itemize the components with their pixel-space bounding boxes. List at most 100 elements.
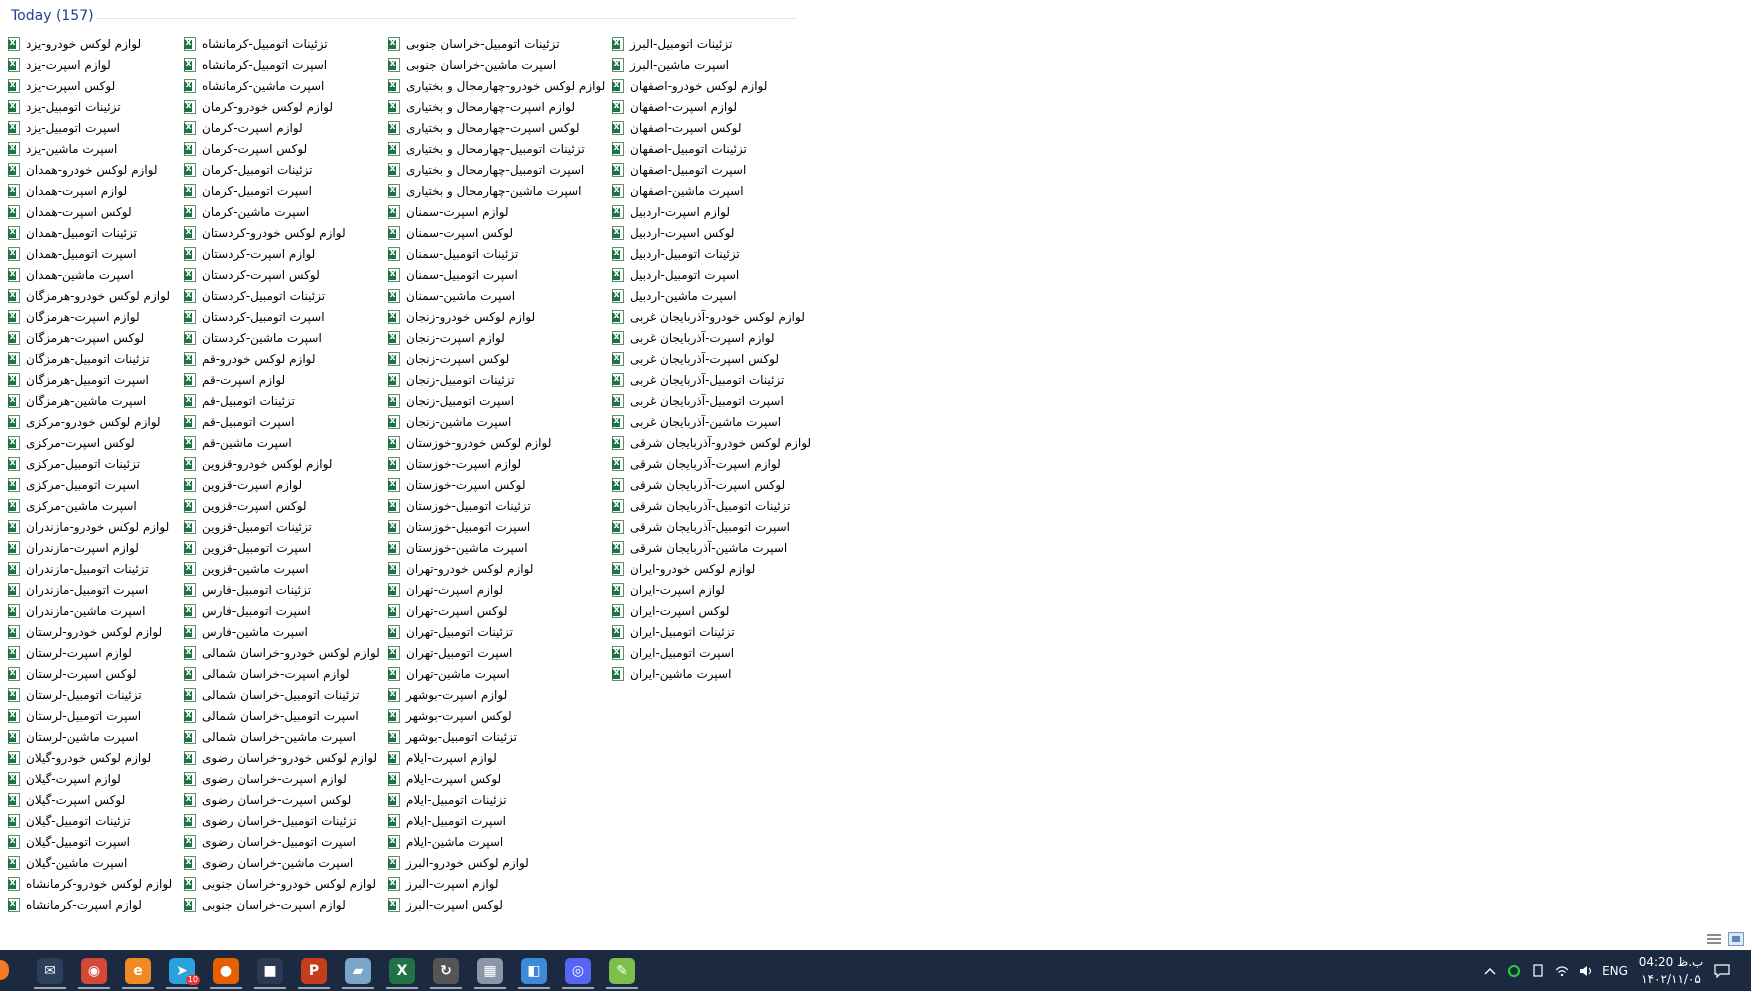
file-item[interactable]: لوازم اسپرت-البرز (388, 873, 598, 894)
file-item[interactable]: اسپرت اتومبیل-اردبیل (612, 264, 822, 285)
file-item[interactable]: تزئینات اتومبیل-آذربایجان غربی (612, 369, 822, 390)
volume-icon[interactable] (1574, 950, 1598, 991)
file-item[interactable]: اسپرت اتومبیل-کرمانشاه (184, 54, 394, 75)
show-hidden-icons-chevron-icon[interactable] (1478, 950, 1502, 991)
file-item[interactable]: لوازم لوکس خودرو-زنجان (388, 306, 598, 327)
file-item[interactable]: لوکس اسپرت-خراسان رضوی (184, 789, 394, 810)
file-item[interactable]: اسپرت ماشین-خوزستان (388, 537, 598, 558)
taskbar-sync-button[interactable]: ↻ (424, 953, 468, 989)
file-item[interactable]: اسپرت اتومبیل-زنجان (388, 390, 598, 411)
file-item[interactable]: تزئینات اتومبیل-کردستان (184, 285, 394, 306)
taskbar-firefox-button[interactable]: ● (204, 953, 248, 989)
file-item[interactable]: لوازم اسپرت-زنجان (388, 327, 598, 348)
file-item[interactable]: تزئینات اتومبیل-زنجان (388, 369, 598, 390)
file-item[interactable]: تزئینات اتومبیل-ایلام (388, 789, 598, 810)
file-item[interactable]: اسپرت ماشین-خراسان شمالی (184, 726, 394, 747)
file-item[interactable]: اسپرت ماشین-اصفهان (612, 180, 822, 201)
group-header-today[interactable]: Today (157) (11, 8, 797, 30)
wifi-icon[interactable] (1550, 950, 1574, 991)
file-item[interactable]: لوازم لوکس خودرو-ایران (612, 558, 822, 579)
file-item[interactable]: لوازم اسپرت-سمنان (388, 201, 598, 222)
file-item[interactable]: لوازم اسپرت-خراسان شمالی (184, 663, 394, 684)
file-item[interactable]: اسپرت ماشین-سمنان (388, 285, 598, 306)
file-item[interactable]: لوکس اسپرت-ایلام (388, 768, 598, 789)
file-item[interactable]: اسپرت اتومبیل-خراسان شمالی (184, 705, 394, 726)
file-item[interactable]: لوکس اسپرت-اصفهان (612, 117, 822, 138)
file-item[interactable]: اسپرت ماشین-کردستان (184, 327, 394, 348)
file-item[interactable]: تزئینات اتومبیل-کرمانشاه (184, 33, 394, 54)
file-item[interactable]: لوکس اسپرت-کردستان (184, 264, 394, 285)
file-item[interactable]: لوازم اسپرت-کرمان (184, 117, 394, 138)
file-item[interactable]: لوازم اسپرت-بوشهر (388, 684, 598, 705)
file-item[interactable]: لوکس اسپرت-چهارمحال و بختیاری (388, 117, 598, 138)
taskbar-edit-button[interactable]: e (116, 953, 160, 989)
file-item[interactable]: اسپرت ماشین-خراسان جنوبی (388, 54, 598, 75)
file-item[interactable]: تزئینات اتومبیل-سمنان (388, 243, 598, 264)
start-edge-icon[interactable] (0, 960, 9, 980)
file-item[interactable]: لوازم اسپرت-خوزستان (388, 453, 598, 474)
file-item[interactable]: تزئینات اتومبیل-البرز (612, 33, 822, 54)
taskbar-notepad-button[interactable]: ✎ (600, 953, 644, 989)
file-item[interactable]: تزئینات اتومبیل-کرمان (184, 159, 394, 180)
file-item[interactable]: اسپرت اتومبیل-ایران (612, 642, 822, 663)
file-item[interactable]: لوازم لوکس خودرو-خراسان شمالی (184, 642, 394, 663)
file-item[interactable]: اسپرت اتومبیل-قم (184, 411, 394, 432)
taskbar-powerpoint-button[interactable]: P (292, 953, 336, 989)
file-item[interactable]: اسپرت ماشین-آذربایجان شرقی (612, 537, 822, 558)
file-item[interactable]: لوازم اسپرت-خراسان رضوی (184, 768, 394, 789)
file-item[interactable]: تزئینات اتومبیل-اردبیل (612, 243, 822, 264)
file-item[interactable]: تزئینات اتومبیل-بوشهر (388, 726, 598, 747)
taskbar-camera-button[interactable]: ■ (248, 953, 292, 989)
file-item[interactable]: لوکس اسپرت-تهران (388, 600, 598, 621)
file-item[interactable]: لوکس اسپرت-خوزستان (388, 474, 598, 495)
file-item[interactable]: لوازم اسپرت-قزوین (184, 474, 394, 495)
file-item[interactable]: لوکس اسپرت-قزوین (184, 495, 394, 516)
group-title[interactable]: Today (157) (11, 8, 94, 24)
file-item[interactable]: لوکس اسپرت-بوشهر (388, 705, 598, 726)
file-item[interactable]: اسپرت اتومبیل-ایلام (388, 810, 598, 831)
file-item[interactable]: لوکس اسپرت-زنجان (388, 348, 598, 369)
taskbar-excel-button[interactable]: X (380, 953, 424, 989)
taskbar-mail-button[interactable]: ✉ (28, 953, 72, 989)
file-item[interactable]: لوازم اسپرت-ایلام (388, 747, 598, 768)
file-item[interactable]: اسپرت اتومبیل-کردستان (184, 306, 394, 327)
file-item[interactable]: لوازم اسپرت-چهارمحال و بختیاری (388, 96, 598, 117)
file-item[interactable]: لوکس اسپرت-ایران (612, 600, 822, 621)
file-item[interactable]: لوازم لوکس خودرو-البرز (388, 852, 598, 873)
clock[interactable]: 04:20 ب.ظ ۱۴۰۲/۱۱/۰۵ (1630, 954, 1712, 988)
large-icons-view-button[interactable] (1728, 932, 1744, 946)
file-item[interactable]: لوازم لوکس خودرو-کرمان (184, 96, 394, 117)
file-item[interactable]: اسپرت ماشین-اردبیل (612, 285, 822, 306)
file-item[interactable]: لوکس اسپرت-اردبیل (612, 222, 822, 243)
notification-center-icon[interactable] (1705, 950, 1739, 991)
file-item[interactable]: لوکس اسپرت-آذربایجان شرقی (612, 474, 822, 495)
file-item[interactable]: تزئینات اتومبیل-آذربایجان شرقی (612, 495, 822, 516)
file-item[interactable]: لوازم لوکس خودرو-خراسان رضوی (184, 747, 394, 768)
file-item[interactable]: لوازم اسپرت-تهران (388, 579, 598, 600)
file-item[interactable]: لوازم اسپرت-کردستان (184, 243, 394, 264)
file-item[interactable]: اسپرت اتومبیل-اصفهان (612, 159, 822, 180)
file-item[interactable]: اسپرت ماشین-کرمان (184, 201, 394, 222)
file-item[interactable]: اسپرت اتومبیل-خوزستان (388, 516, 598, 537)
devices-icon[interactable] (1526, 950, 1550, 991)
file-item[interactable]: اسپرت ماشین-قزوین (184, 558, 394, 579)
file-item[interactable]: تزئینات اتومبیل-قزوین (184, 516, 394, 537)
file-item[interactable]: اسپرت اتومبیل-آذربایجان شرقی (612, 516, 822, 537)
file-item[interactable]: تزئینات اتومبیل-خراسان جنوبی (388, 33, 598, 54)
file-item[interactable]: لوازم لوکس خودرو-تهران (388, 558, 598, 579)
taskbar-discord-button[interactable]: ◎ (556, 953, 600, 989)
file-item[interactable]: تزئینات اتومبیل-چهارمحال و بختیاری (388, 138, 598, 159)
file-item[interactable]: اسپرت ماشین-کرمانشاه (184, 75, 394, 96)
file-item[interactable]: اسپرت اتومبیل-سمنان (388, 264, 598, 285)
file-item[interactable]: لوازم اسپرت-آذربایجان شرقی (612, 453, 822, 474)
file-item[interactable]: لوازم اسپرت-قم (184, 369, 394, 390)
details-view-button[interactable] (1706, 932, 1722, 946)
taskbar-telegram-button[interactable]: ➤ 10 (160, 953, 204, 989)
input-language[interactable]: ENG (1600, 950, 1630, 991)
file-item[interactable]: تزئینات اتومبیل-خراسان رضوی (184, 810, 394, 831)
file-item[interactable]: لوازم لوکس خودرو-خوزستان (388, 432, 598, 453)
file-item[interactable]: اسپرت اتومبیل-تهران (388, 642, 598, 663)
file-item[interactable]: لوازم لوکس خودرو-آذربایجان غربی (612, 306, 822, 327)
taskbar-tablet-button[interactable]: ▦ (468, 953, 512, 989)
file-item[interactable]: اسپرت ماشین-ایلام (388, 831, 598, 852)
